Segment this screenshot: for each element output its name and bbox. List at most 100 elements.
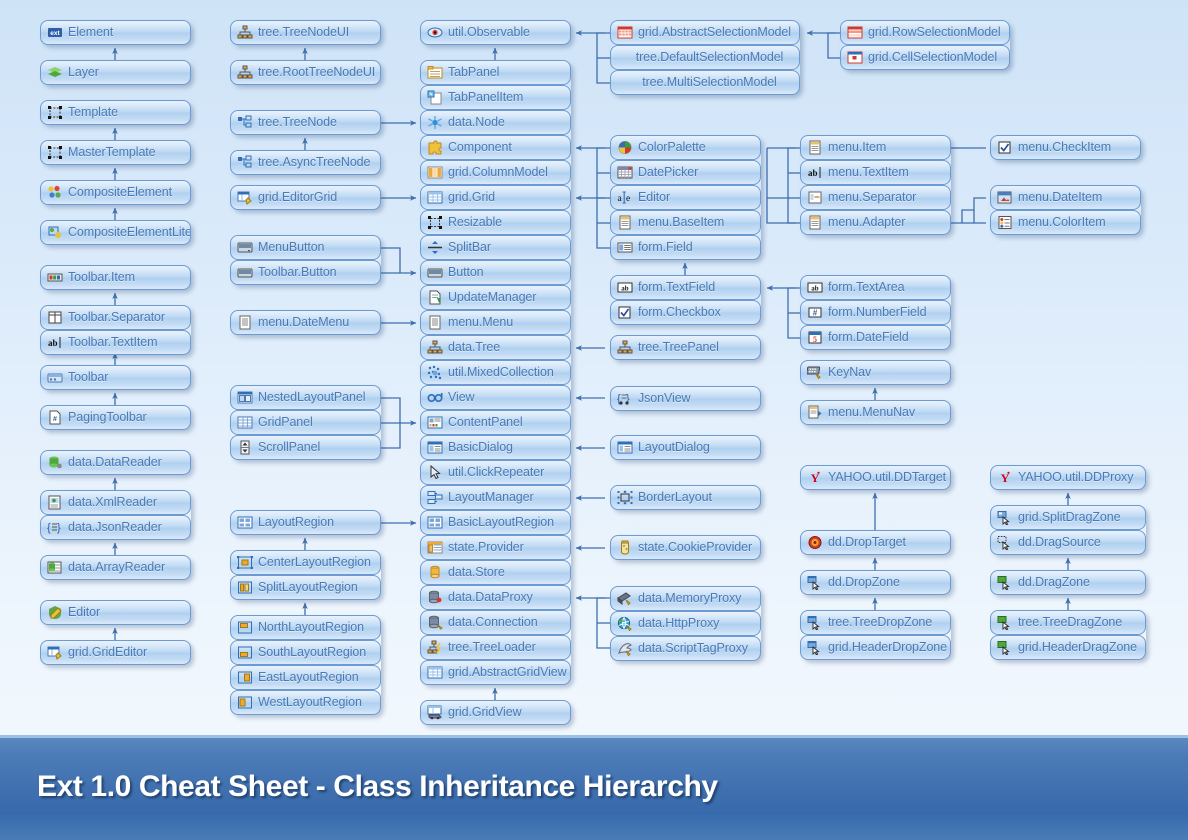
- class-box[interactable]: NorthLayoutRegion: [230, 615, 381, 640]
- class-box[interactable]: data.ArrayReader: [40, 555, 191, 580]
- class-box[interactable]: data.HttpProxy: [610, 611, 761, 636]
- class-box[interactable]: grid.EditorGrid: [230, 185, 381, 210]
- class-box[interactable]: state.CookieProvider: [610, 535, 761, 560]
- class-box[interactable]: Toolbar.Separator: [40, 305, 191, 330]
- class-box[interactable]: MenuButton: [230, 235, 381, 260]
- class-box[interactable]: menu.Menu: [420, 310, 571, 335]
- class-box[interactable]: util.ClickRepeater: [420, 460, 571, 485]
- class-box[interactable]: MasterTemplate: [40, 140, 191, 165]
- class-box[interactable]: tree.AsyncTreeNode: [230, 150, 381, 175]
- class-box[interactable]: grid.SplitDragZone: [990, 505, 1146, 530]
- class-box[interactable]: Toolbar.Item: [40, 265, 191, 290]
- class-box[interactable]: tree.DefaultSelectionModel: [610, 45, 800, 70]
- class-box[interactable]: TabPanel: [420, 60, 571, 85]
- class-box[interactable]: BorderLayout: [610, 485, 761, 510]
- class-box[interactable]: grid.ColumnModel: [420, 160, 571, 185]
- class-box[interactable]: tree.MultiSelectionModel: [610, 70, 800, 95]
- class-box[interactable]: dd.DragSource: [990, 530, 1146, 555]
- class-box[interactable]: data.Store: [420, 560, 571, 585]
- class-box[interactable]: NestedLayoutPanel: [230, 385, 381, 410]
- class-box[interactable]: GridPanel: [230, 410, 381, 435]
- class-box[interactable]: SouthLayoutRegion: [230, 640, 381, 665]
- class-box[interactable]: {} JsonView: [610, 386, 761, 411]
- class-box[interactable]: state.Provider: [420, 535, 571, 560]
- class-box[interactable]: data.XmlReader: [40, 490, 191, 515]
- class-box[interactable]: LayoutManager: [420, 485, 571, 510]
- class-box[interactable]: {} data.JsonReader: [40, 515, 191, 540]
- class-box[interactable]: grid.HeaderDragZone: [990, 635, 1146, 660]
- class-box[interactable]: grid.Grid: [420, 185, 571, 210]
- class-box[interactable]: dd.DropTarget: [800, 530, 951, 555]
- class-box[interactable]: data.Tree: [420, 335, 571, 360]
- class-box[interactable]: Toolbar.Button: [230, 260, 381, 285]
- class-box[interactable]: grid.GridEditor: [40, 640, 191, 665]
- class-box[interactable]: # PagingToolbar: [40, 405, 191, 430]
- class-box[interactable]: data.Connection: [420, 610, 571, 635]
- class-box[interactable]: grid.AbstractSelectionModel: [610, 20, 800, 45]
- class-box[interactable]: WestLayoutRegion: [230, 690, 381, 715]
- class-box[interactable]: menu.ColorItem: [990, 210, 1141, 235]
- class-box[interactable]: menu.MenuNav: [800, 400, 951, 425]
- class-box[interactable]: Y YAHOO.util.DDProxy: [990, 465, 1146, 490]
- class-box[interactable]: data.ScriptTagProxy: [610, 636, 761, 661]
- class-box[interactable]: ab menu.TextItem: [800, 160, 951, 185]
- class-box[interactable]: Resizable: [420, 210, 571, 235]
- class-box[interactable]: ab form.TextArea: [800, 275, 951, 300]
- class-box[interactable]: LayoutRegion: [230, 510, 381, 535]
- class-box[interactable]: grid.CellSelectionModel: [840, 45, 1010, 70]
- class-box[interactable]: tree.RootTreeNodeUI: [230, 60, 381, 85]
- class-box[interactable]: menu.BaseItem: [610, 210, 761, 235]
- class-box[interactable]: 5 form.DateField: [800, 325, 951, 350]
- class-box[interactable]: # form.NumberField: [800, 300, 951, 325]
- class-box[interactable]: View: [420, 385, 571, 410]
- class-box[interactable]: tree.TreeDropZone: [800, 610, 951, 635]
- class-box[interactable]: grid.GridView: [420, 700, 571, 725]
- class-box[interactable]: ext Element: [40, 20, 191, 45]
- class-box[interactable]: ColorPalette: [610, 135, 761, 160]
- class-box[interactable]: Y YAHOO.util.DDTarget: [800, 465, 951, 490]
- class-box[interactable]: SplitLayoutRegion: [230, 575, 381, 600]
- class-box[interactable]: util.MixedCollection: [420, 360, 571, 385]
- class-box[interactable]: ab form.TextField: [610, 275, 761, 300]
- class-box[interactable]: tree.TreePanel: [610, 335, 761, 360]
- class-box[interactable]: data.DataProxy: [420, 585, 571, 610]
- class-box[interactable]: tree.TreeDragZone: [990, 610, 1146, 635]
- class-box[interactable]: util.Observable: [420, 20, 571, 45]
- class-box[interactable]: CompositeElement: [40, 180, 191, 205]
- class-box[interactable]: menu.DateMenu: [230, 310, 381, 335]
- class-box[interactable]: UpdateManager: [420, 285, 571, 310]
- class-box[interactable]: dd.DragZone: [990, 570, 1146, 595]
- class-box[interactable]: data.MemoryProxy: [610, 586, 761, 611]
- class-box[interactable]: BasicDialog: [420, 435, 571, 460]
- class-box[interactable]: menu.CheckItem: [990, 135, 1141, 160]
- class-box[interactable]: data.Node: [420, 110, 571, 135]
- class-box[interactable]: Template: [40, 100, 191, 125]
- class-box[interactable]: LayoutDialog: [610, 435, 761, 460]
- class-box[interactable]: ContentPanel: [420, 410, 571, 435]
- class-box[interactable]: menu.Separator: [800, 185, 951, 210]
- class-box[interactable]: CenterLayoutRegion: [230, 550, 381, 575]
- class-box[interactable]: SplitBar: [420, 235, 571, 260]
- class-box[interactable]: TabPanelItem: [420, 85, 571, 110]
- class-box[interactable]: EastLayoutRegion: [230, 665, 381, 690]
- class-box[interactable]: tree.TreeNode: [230, 110, 381, 135]
- class-box[interactable]: BasicLayoutRegion: [420, 510, 571, 535]
- class-box[interactable]: Button: [420, 260, 571, 285]
- class-box[interactable]: form.Checkbox: [610, 300, 761, 325]
- class-box[interactable]: grid.HeaderDropZone: [800, 635, 951, 660]
- class-box[interactable]: tree.TreeLoader: [420, 635, 571, 660]
- class-box[interactable]: menu.DateItem: [990, 185, 1141, 210]
- class-box[interactable]: a e Editor: [610, 185, 761, 210]
- class-box[interactable]: CompositeElementLite: [40, 220, 191, 245]
- class-box[interactable]: Editor: [40, 600, 191, 625]
- class-box[interactable]: data.DataReader: [40, 450, 191, 475]
- class-box[interactable]: Layer: [40, 60, 191, 85]
- class-box[interactable]: menu.Adapter: [800, 210, 951, 235]
- class-box[interactable]: grid.RowSelectionModel: [840, 20, 1010, 45]
- class-box[interactable]: menu.Item: [800, 135, 951, 160]
- class-box[interactable]: KeyNav: [800, 360, 951, 385]
- class-box[interactable]: DatePicker: [610, 160, 761, 185]
- class-box[interactable]: grid.AbstractGridView: [420, 660, 571, 685]
- class-box[interactable]: tree.TreeNodeUI: [230, 20, 381, 45]
- class-box[interactable]: form.Field: [610, 235, 761, 260]
